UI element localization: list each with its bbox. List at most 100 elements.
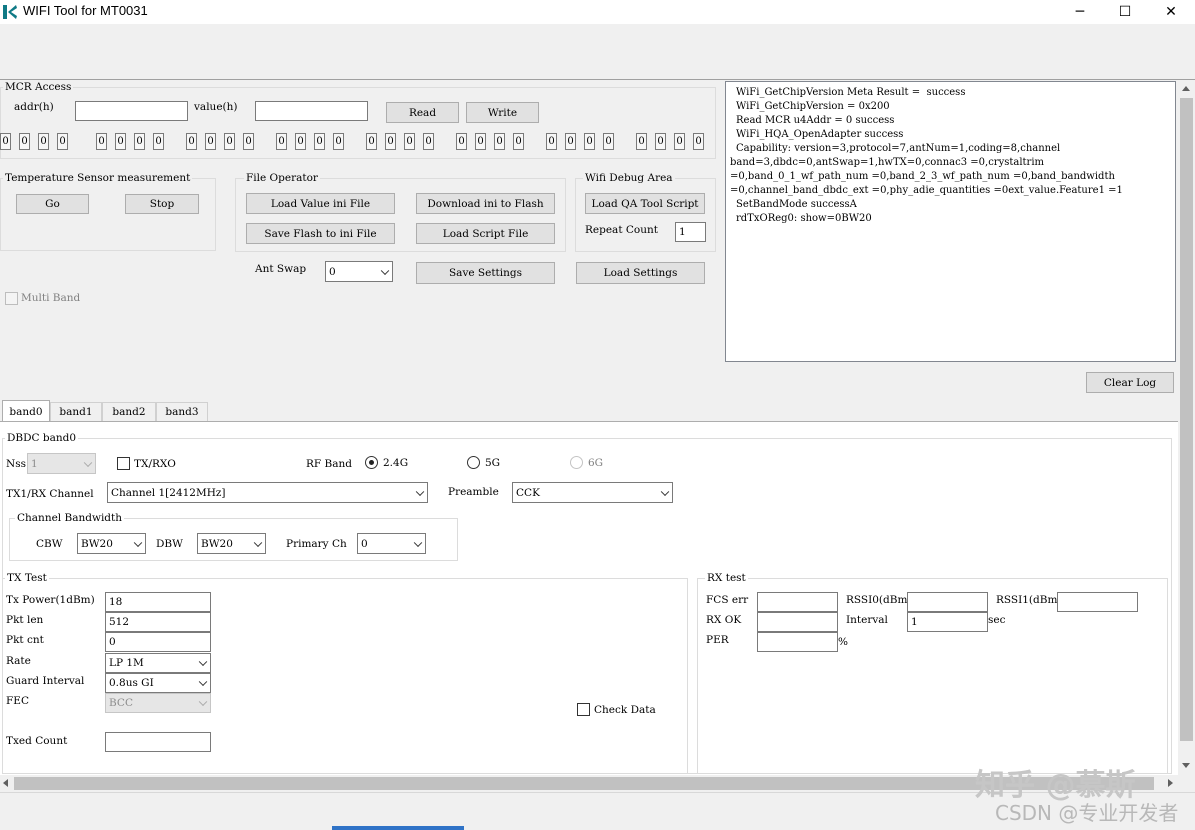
download-ini-button[interactable]: Download ini to Flash (416, 193, 555, 214)
rx-ok-input[interactable] (757, 612, 838, 632)
rate-value: LP 1M (109, 657, 144, 669)
rate-label: Rate (6, 655, 31, 667)
guard-interval-label: Guard Interval (6, 675, 85, 687)
mcr-bit-23[interactable]: 0 (513, 133, 524, 150)
mcr-bit-19[interactable]: 0 (423, 133, 434, 150)
scroll-left-icon[interactable] (3, 779, 8, 787)
mcr-bit-27[interactable]: 0 (603, 133, 614, 150)
mcr-bit-0[interactable]: 0 (0, 133, 11, 150)
load-qa-script-button[interactable]: Load QA Tool Script (585, 193, 705, 214)
mcr-bit-10[interactable]: 0 (224, 133, 235, 150)
mcr-bit-18[interactable]: 0 (404, 133, 415, 150)
chevron-down-icon (660, 487, 670, 496)
scroll-right-icon[interactable] (1168, 779, 1173, 787)
mcr-bit-29[interactable]: 0 (655, 133, 666, 150)
repeat-count-input[interactable]: 1 (675, 222, 706, 242)
clear-log-button[interactable]: Clear Log (1086, 372, 1174, 393)
dbw-select[interactable]: BW20 (197, 533, 266, 554)
cbw-select[interactable]: BW20 (77, 533, 146, 554)
channel-select[interactable]: Channel 1[2412MHz] (107, 482, 428, 503)
mcr-bit-30[interactable]: 0 (674, 133, 685, 150)
mcr-bit-9[interactable]: 0 (205, 133, 216, 150)
txed-count-input[interactable] (105, 732, 211, 752)
mcr-bit-5[interactable]: 0 (115, 133, 126, 150)
vertical-scrollbar[interactable] (1178, 81, 1195, 775)
percent-label: % (838, 636, 848, 648)
rx-ok-label: RX OK (706, 614, 742, 626)
preamble-select[interactable]: CCK (512, 482, 673, 503)
mcr-bit-14[interactable]: 0 (314, 133, 325, 150)
rate-select[interactable]: LP 1M (105, 653, 211, 673)
save-flash-button[interactable]: Save Flash to ini File (246, 223, 395, 244)
mcr-bit-15[interactable]: 0 (333, 133, 344, 150)
mcr-bit-25[interactable]: 0 (565, 133, 576, 150)
txrx-checkbox[interactable] (117, 457, 130, 470)
load-script-button[interactable]: Load Script File (416, 223, 555, 244)
multi-band-checkbox[interactable] (5, 292, 18, 305)
mcr-bit-6[interactable]: 0 (134, 133, 145, 150)
mcr-bit-28[interactable]: 0 (636, 133, 647, 150)
mcr-bit-24[interactable]: 0 (546, 133, 557, 150)
tab-band3[interactable]: band3 (156, 402, 208, 421)
load-settings-button[interactable]: Load Settings (576, 262, 705, 284)
save-settings-button[interactable]: Save Settings (416, 262, 555, 284)
tab-band2[interactable]: band2 (102, 402, 156, 421)
minimize-button[interactable]: ─ (1057, 0, 1103, 24)
mcr-bit-22[interactable]: 0 (494, 133, 505, 150)
addr-input[interactable] (75, 101, 188, 121)
maximize-button[interactable]: ☐ (1102, 0, 1148, 24)
window-title: WIFI Tool for MT0031 (23, 3, 148, 18)
rf-band-2g4-radio[interactable] (365, 456, 378, 469)
mcr-bit-21[interactable]: 0 (475, 133, 486, 150)
value-input[interactable] (255, 101, 368, 121)
vertical-scroll-thumb[interactable] (1180, 98, 1193, 741)
go-button[interactable]: Go (16, 194, 89, 214)
ant-swap-select[interactable]: 0 (325, 261, 393, 282)
write-button[interactable]: Write (466, 102, 539, 123)
mcr-bit-13[interactable]: 0 (295, 133, 306, 150)
check-data-checkbox[interactable] (577, 703, 590, 716)
scroll-up-icon[interactable] (1182, 86, 1190, 91)
mcr-bit-11[interactable]: 0 (243, 133, 254, 150)
mcr-bit-31[interactable]: 0 (693, 133, 704, 150)
dbdc-band0-label: DBDC band0 (5, 432, 79, 444)
stop-button[interactable]: Stop (125, 194, 199, 214)
mcr-bit-20[interactable]: 0 (456, 133, 467, 150)
mcr-bit-16[interactable]: 0 (366, 133, 377, 150)
cbw-value: BW20 (81, 537, 113, 550)
mcr-bit-26[interactable]: 0 (584, 133, 595, 150)
pkt-len-input[interactable]: 512 (105, 612, 211, 632)
mcr-bit-7[interactable]: 0 (153, 133, 164, 150)
mcr-bit-1[interactable]: 0 (19, 133, 30, 150)
load-value-ini-button[interactable]: Load Value ini File (246, 193, 395, 214)
per-input[interactable] (757, 632, 838, 652)
nss-select[interactable]: 1 (27, 453, 96, 474)
mcr-bit-2[interactable]: 0 (38, 133, 49, 150)
pkt-cnt-input[interactable]: 0 (105, 632, 211, 652)
interval-input[interactable]: 1 (907, 612, 988, 632)
primary-ch-value: 0 (361, 537, 368, 550)
mcr-bit-12[interactable]: 0 (276, 133, 287, 150)
rssi1-input[interactable] (1057, 592, 1138, 612)
tab-band0[interactable]: band0 (2, 400, 50, 422)
fec-select[interactable]: BCC (105, 693, 211, 713)
rf-band-5g-radio[interactable] (467, 456, 480, 469)
primary-ch-select[interactable]: 0 (357, 533, 426, 554)
read-button[interactable]: Read (386, 102, 459, 123)
repeat-count-label: Repeat Count (585, 224, 658, 236)
preamble-label: Preamble (448, 486, 499, 498)
mcr-bit-8[interactable]: 0 (186, 133, 197, 150)
mcr-bit-17[interactable]: 0 (385, 133, 396, 150)
mcr-bit-3[interactable]: 0 (57, 133, 68, 150)
guard-interval-select[interactable]: 0.8us GI (105, 673, 211, 693)
log-output[interactable]: WiFi_GetChipVersion Meta Result = succes… (725, 81, 1176, 362)
mcr-bit-4[interactable]: 0 (96, 133, 107, 150)
rssi0-input[interactable] (907, 592, 988, 612)
cbw-label: CBW (36, 538, 63, 550)
close-button[interactable]: ✕ (1148, 0, 1194, 24)
tx-power-input[interactable]: 18 (105, 592, 211, 612)
tab-band1[interactable]: band1 (50, 402, 102, 421)
rf-band-6g-radio[interactable] (570, 456, 583, 469)
scroll-down-icon[interactable] (1182, 763, 1190, 768)
fcs-err-input[interactable] (757, 592, 838, 612)
